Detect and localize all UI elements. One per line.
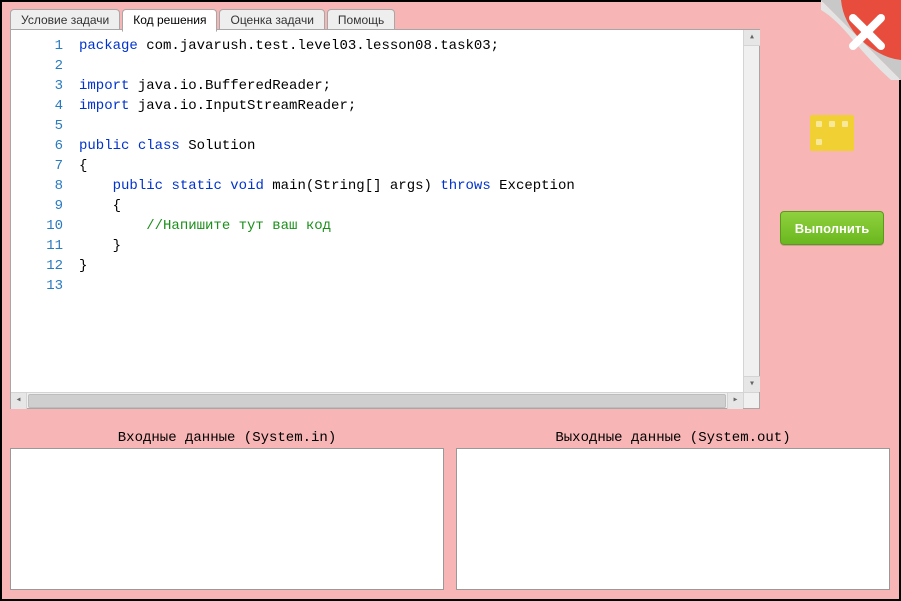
code-line[interactable]: } xyxy=(79,236,759,256)
line-number: 6 xyxy=(11,136,63,156)
code-line[interactable] xyxy=(79,56,759,76)
horizontal-scrollbar[interactable]: ◂ ▸ xyxy=(11,392,743,408)
io-panel: Входные данные (System.in) Выходные данн… xyxy=(10,430,890,590)
hscroll-thumb[interactable] xyxy=(28,394,726,408)
line-number: 9 xyxy=(11,196,63,216)
code-line[interactable] xyxy=(79,116,759,136)
scroll-corner xyxy=(743,392,759,408)
side-panel: Выполнить xyxy=(777,29,887,245)
line-number: 11 xyxy=(11,236,63,256)
tab-solution-code[interactable]: Код решения xyxy=(122,9,217,32)
app-window: Условие задачи Код решения Оценка задачи… xyxy=(0,0,901,601)
line-number: 2 xyxy=(11,56,63,76)
scroll-up-icon[interactable]: ▴ xyxy=(744,30,760,46)
output-label: Выходные данные (System.out) xyxy=(456,430,890,446)
line-number: 12 xyxy=(11,256,63,276)
code-line[interactable]: { xyxy=(79,156,759,176)
input-box[interactable] xyxy=(10,448,444,590)
scroll-right-icon[interactable]: ▸ xyxy=(727,393,743,409)
scroll-down-icon[interactable]: ▾ xyxy=(744,376,760,392)
code-line[interactable]: //Напишите тут ваш код xyxy=(79,216,759,236)
run-button[interactable]: Выполнить xyxy=(780,211,884,245)
scroll-left-icon[interactable]: ◂ xyxy=(11,393,27,409)
code-editor[interactable]: 12345678910111213 package com.javarush.t… xyxy=(10,29,760,409)
line-number-gutter: 12345678910111213 xyxy=(11,30,71,392)
line-number: 5 xyxy=(11,116,63,136)
line-number: 4 xyxy=(11,96,63,116)
code-area[interactable]: package com.javarush.test.level03.lesson… xyxy=(71,30,759,392)
tab-bar: Условие задачи Код решения Оценка задачи… xyxy=(10,8,397,31)
dice-icon xyxy=(810,115,854,151)
code-line[interactable]: package com.javarush.test.level03.lesson… xyxy=(79,36,759,56)
code-line[interactable]: import java.io.InputStreamReader; xyxy=(79,96,759,116)
code-line[interactable] xyxy=(79,276,759,296)
code-line[interactable]: public static void main(String[] args) t… xyxy=(79,176,759,196)
code-line[interactable]: import java.io.BufferedReader; xyxy=(79,76,759,96)
vertical-scrollbar[interactable]: ▴ ▾ xyxy=(743,30,759,392)
line-number: 8 xyxy=(11,176,63,196)
line-number: 3 xyxy=(11,76,63,96)
line-number: 10 xyxy=(11,216,63,236)
code-line[interactable]: { xyxy=(79,196,759,216)
code-line[interactable]: public class Solution xyxy=(79,136,759,156)
output-box xyxy=(456,448,890,590)
input-label: Входные данные (System.in) xyxy=(10,430,444,446)
line-number: 7 xyxy=(11,156,63,176)
line-number: 1 xyxy=(11,36,63,56)
line-number: 13 xyxy=(11,276,63,296)
code-line[interactable]: } xyxy=(79,256,759,276)
